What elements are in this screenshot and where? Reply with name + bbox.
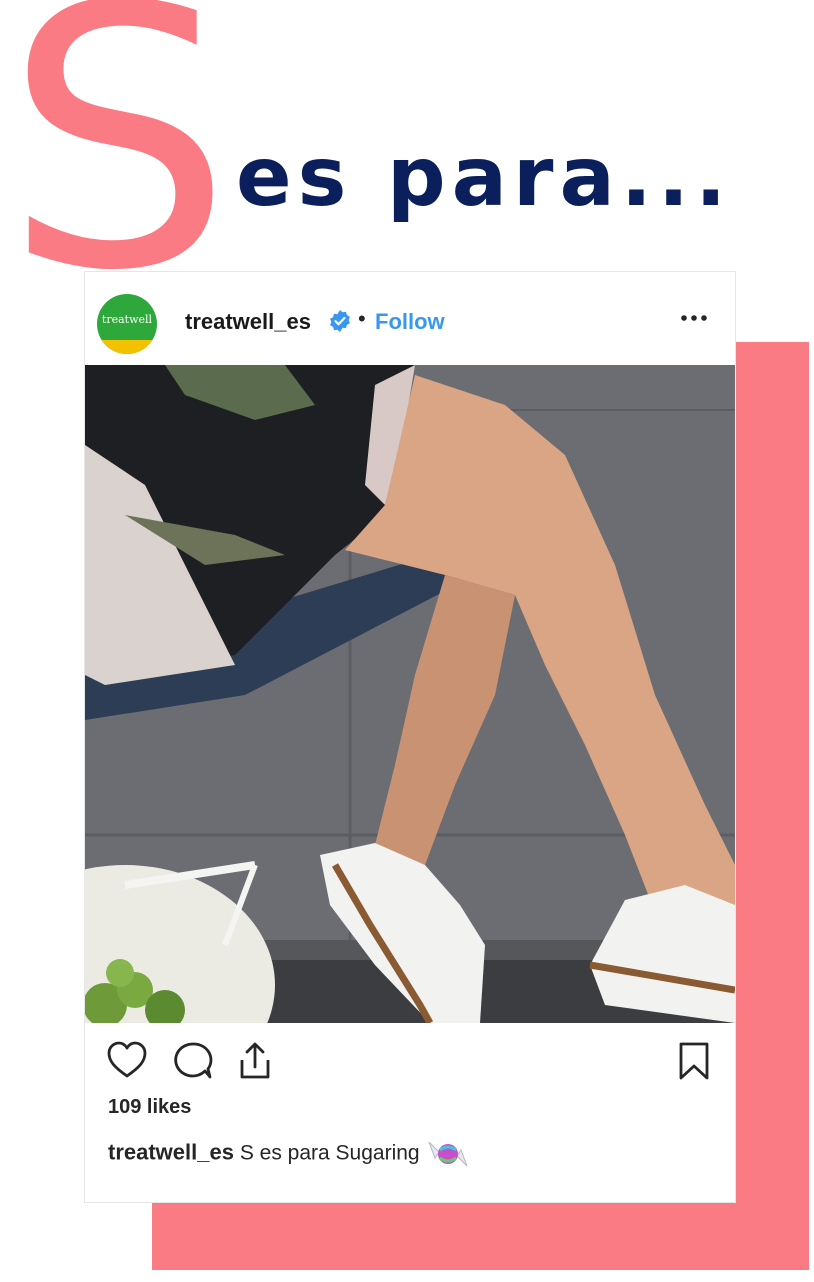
share-icon[interactable] — [234, 1040, 276, 1082]
headline-text: es para... — [236, 130, 733, 225]
caption-text: S es para Sugaring — [239, 1141, 420, 1165]
post-photo[interactable] — [85, 365, 735, 1023]
heart-icon[interactable] — [106, 1040, 148, 1082]
post-header: treatwell treatwell_es • Follow — [85, 272, 735, 365]
separator-dot: • — [358, 306, 366, 331]
avatar-stripe — [97, 340, 157, 354]
avatar[interactable]: treatwell — [97, 294, 157, 354]
post-caption: treatwell_es S es para Sugaring — [108, 1136, 471, 1172]
comment-icon[interactable] — [172, 1040, 214, 1082]
avatar-logo-text: treatwell — [101, 313, 153, 326]
likes-count[interactable]: 109 likes — [108, 1096, 191, 1119]
caption-username[interactable]: treatwell_es — [108, 1140, 234, 1165]
bookmark-icon[interactable] — [673, 1040, 715, 1082]
more-options-icon[interactable] — [679, 310, 709, 326]
candy-icon — [428, 1141, 468, 1167]
instagram-post-card: treatwell treatwell_es • Follow 109 like… — [85, 272, 735, 1202]
username-link[interactable]: treatwell_es — [185, 309, 311, 335]
post-actions — [85, 1023, 735, 1103]
follow-button[interactable]: Follow — [375, 309, 445, 335]
verified-badge-icon — [330, 310, 350, 332]
photo-illustration — [85, 365, 735, 1023]
